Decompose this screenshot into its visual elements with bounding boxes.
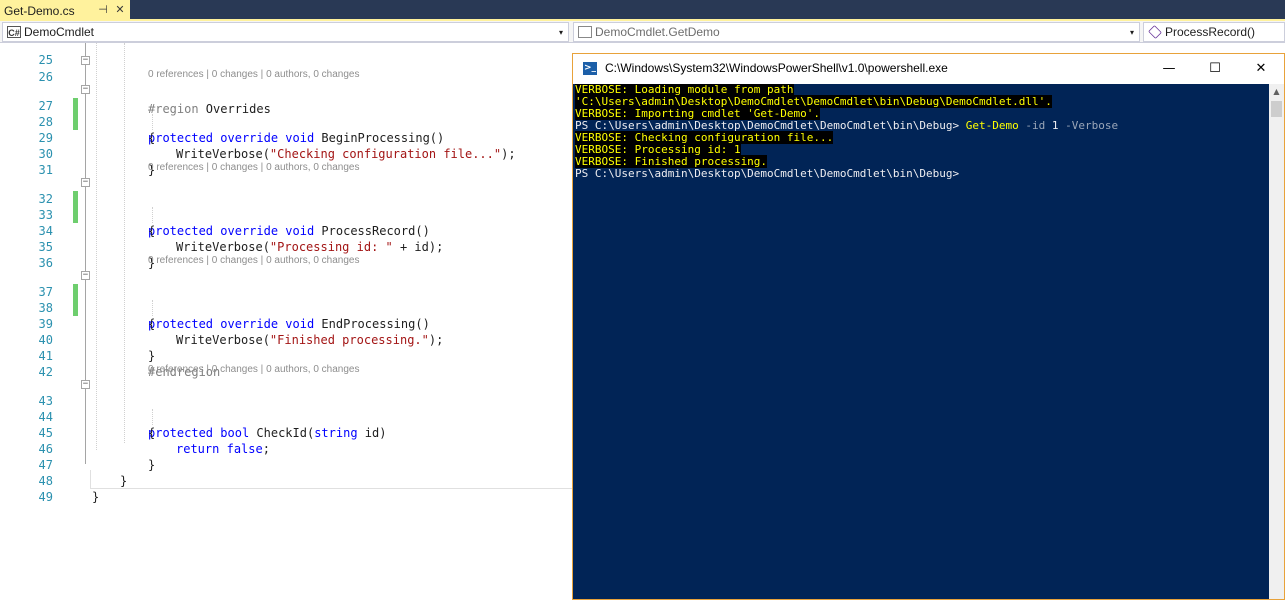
tab-get-demo-cs[interactable]: Get-Demo.cs ⊣ ✕ (0, 0, 130, 21)
member-dropdown[interactable]: ProcessRecord() (1143, 22, 1285, 42)
console-scrollbar[interactable]: ▲ (1269, 84, 1284, 599)
method-icon (1148, 25, 1162, 39)
console-prompt: PS C:\Users\admin\Desktop\DemoCmdlet\Dem… (575, 167, 960, 180)
code-line: 37 − protected override void EndProcessi… (0, 268, 580, 332)
collapse-icon[interactable]: − (81, 178, 90, 187)
maximize-button[interactable]: ☐ (1192, 54, 1238, 83)
code-line: 41 #endregion (0, 332, 580, 379)
codelens-sep: | (257, 69, 267, 80)
code-line: 26 − #region Overrides (0, 53, 580, 117)
code-line: 25 (0, 36, 580, 67)
codelens-references[interactable]: 0 references (148, 162, 204, 173)
codelens-sep: | (257, 255, 267, 266)
code-line: 40 } (0, 316, 580, 363)
powershell-titlebar[interactable]: >_ C:\Windows\System32\WindowsPowerShell… (573, 54, 1284, 84)
codelens-authors[interactable]: 0 authors, 0 changes (266, 69, 359, 80)
powershell-icon: >_ (583, 62, 597, 75)
console-argument: 1 (1045, 119, 1059, 132)
powershell-window[interactable]: >_ C:\Windows\System32\WindowsPowerShell… (572, 53, 1285, 600)
collapse-icon[interactable]: − (81, 271, 90, 280)
code-line: 29 WriteVerbose("Checking configuration … (0, 114, 580, 161)
close-tab-icon[interactable]: ✕ (113, 3, 127, 17)
collapse-icon[interactable]: − (81, 380, 90, 389)
codelens-sep: | (203, 162, 212, 173)
code-line: 38 { (0, 284, 580, 331)
codelens-references[interactable]: 0 references (148, 255, 204, 266)
scrollbar-thumb[interactable] (1271, 101, 1282, 117)
chevron-down-icon: ▾ (1129, 27, 1134, 37)
caret-line-border (90, 470, 91, 489)
codelens-sep: | (203, 255, 212, 266)
code-line: 44 { (0, 393, 580, 440)
close-button[interactable]: ✕ (1238, 54, 1284, 83)
code-line: 39 WriteVerbose("Finished processing."); (0, 300, 580, 347)
codelens-changes[interactable]: 0 changes (212, 364, 258, 375)
codelens-changes[interactable]: 0 changes (212, 255, 258, 266)
code-line: 45 return false; (0, 409, 580, 456)
member-dropdown-label: ProcessRecord() (1165, 25, 1256, 39)
codelens-authors[interactable]: 0 authors, 0 changes (266, 364, 359, 375)
console-parameter: -Verbose (1058, 119, 1119, 132)
powershell-title: C:\Windows\System32\WindowsPowerShell\v1… (605, 61, 948, 75)
codelens-changes[interactable]: 0 changes (212, 162, 258, 173)
brace: } (92, 490, 100, 504)
code-line: 31 (0, 146, 580, 177)
codelens-checkid: 0 references | 0 changes | 0 authors, 0 … (148, 363, 359, 377)
console-command: Get-Demo (965, 119, 1019, 132)
line-number: 49 (38, 490, 53, 504)
code-line: 36 (0, 239, 580, 270)
codelens-references[interactable]: 0 references (148, 69, 204, 80)
codelens-changes[interactable]: 0 changes (212, 69, 258, 80)
code-line: 28 { (0, 98, 580, 145)
codelens-references[interactable]: 0 references (148, 364, 204, 375)
tab-title: Get-Demo.cs (4, 3, 75, 18)
codelens-begin: 0 references | 0 changes | 0 authors, 0 … (148, 68, 359, 82)
codelens-end: 0 references | 0 changes | 0 authors, 0 … (148, 254, 359, 268)
codelens-process: 0 references | 0 changes | 0 authors, 0 … (148, 161, 359, 175)
scroll-up-arrow-icon[interactable]: ▲ (1269, 84, 1284, 99)
code-line: 46 } (0, 425, 580, 472)
code-line: 35 } (0, 223, 580, 270)
code-line: 30 } (0, 130, 580, 177)
code-line: 49 (0, 473, 580, 504)
class-icon (578, 26, 592, 38)
collapse-icon[interactable]: − (81, 56, 90, 65)
code-line: 42 (0, 348, 580, 379)
type-dropdown-label: DemoCmdlet.GetDemo (595, 25, 720, 39)
document-tab-strip: Get-Demo.cs ⊣ ✕ (0, 0, 1285, 21)
codelens-authors[interactable]: 0 authors, 0 changes (266, 162, 359, 173)
powershell-console[interactable]: VERBOSE: Loading module from path 'C:\Us… (573, 84, 1269, 599)
caret-line-border (90, 488, 580, 489)
codelens-sep: | (257, 162, 267, 173)
minimize-button[interactable]: — (1146, 54, 1192, 83)
type-dropdown[interactable]: DemoCmdlet.GetDemo ▾ (573, 22, 1140, 42)
collapse-icon[interactable]: − (81, 85, 90, 94)
code-line: 32 − protected override void ProcessReco… (0, 175, 580, 239)
pin-icon[interactable]: ⊣ (96, 3, 110, 17)
codelens-sep: | (203, 69, 212, 80)
codelens-sep: | (203, 364, 212, 375)
code-line: 47 } (0, 441, 580, 488)
code-line: 27 − protected override void BeginProces… (0, 82, 580, 146)
code-line: 48 } (0, 457, 580, 504)
code-line: 43 − protected bool CheckId(string id) (0, 377, 580, 441)
console-parameter: -id (1018, 119, 1046, 132)
code-line: 33 { (0, 191, 580, 238)
codelens-authors[interactable]: 0 authors, 0 changes (266, 255, 359, 266)
codelens-sep: | (257, 364, 267, 375)
code-line: 34 WriteVerbose("Processing id: " + id); (0, 207, 580, 254)
